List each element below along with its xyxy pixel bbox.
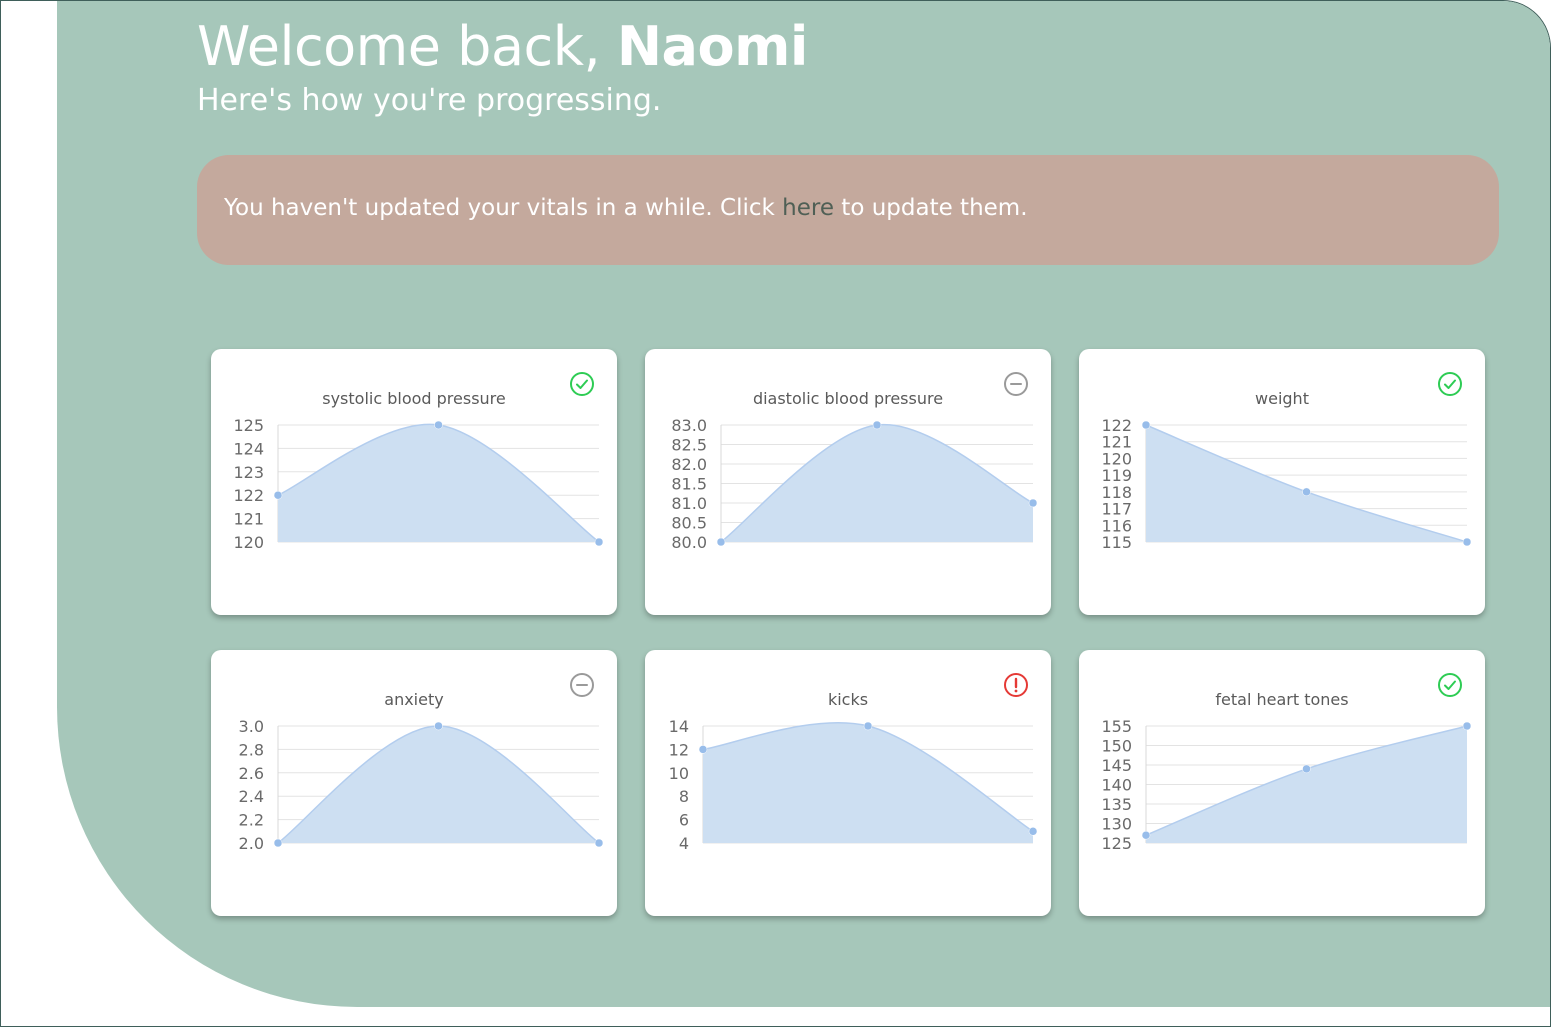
data-point	[1141, 420, 1151, 430]
series-area	[703, 722, 1033, 843]
exclamation-circle-icon	[1004, 673, 1028, 697]
check-circle-icon	[570, 372, 594, 396]
y-tick-label: 123	[233, 463, 264, 482]
banner-message: You haven't updated your vitals in a whi…	[224, 195, 1028, 221]
data-point	[698, 745, 708, 754]
app-frame: Welcome back, Naomi Here's how you're pr…	[0, 0, 1551, 1027]
series-area	[278, 424, 599, 542]
y-tick-label: 125	[1101, 834, 1132, 853]
data-point	[434, 721, 443, 731]
data-point	[434, 420, 443, 430]
vital-card-diastolic[interactable]: diastolic blood pressure 83.0 82.5 82.0 81.…	[645, 349, 1051, 615]
y-tick-label: 2.8	[239, 740, 264, 759]
y-tick-label: 121	[233, 510, 264, 529]
minus-circle-icon	[570, 673, 594, 697]
y-tick-label: 12	[669, 740, 689, 759]
data-point	[1302, 764, 1311, 774]
vital-card-fetal-heart-tones[interactable]: fetal heart tones 155 150 145 140 135 130 125	[1079, 650, 1485, 916]
data-point	[863, 721, 873, 731]
y-tick-label: 155	[1101, 717, 1132, 736]
diastolic-chart: 83.082.582.081.581.080.580.0	[671, 416, 1038, 552]
welcome-heading: Welcome back, Naomi	[197, 15, 808, 78]
fetal-heart-tones-chart: 155150145140135130125	[1101, 717, 1472, 853]
data-point	[1141, 830, 1151, 840]
y-tick-label: 125	[233, 416, 264, 435]
y-tick-label: 82.0	[671, 455, 707, 474]
data-point	[273, 838, 283, 848]
data-point	[1302, 487, 1311, 497]
y-tick-label: 120	[233, 533, 264, 552]
weight-chart: 122121120119118117116115	[1101, 416, 1472, 552]
y-tick-label: 8	[679, 787, 689, 806]
data-point	[1028, 827, 1038, 836]
y-tick-label: 130	[1101, 815, 1132, 834]
y-tick-label: 124	[233, 439, 264, 458]
y-tick-label: 145	[1101, 756, 1132, 775]
y-tick-label: 81.5	[671, 475, 707, 494]
check-circle-icon	[1438, 372, 1462, 396]
card-title: weight	[1255, 389, 1309, 408]
series-area	[1146, 425, 1467, 542]
card-title: fetal heart tones	[1215, 690, 1349, 709]
banner-text-after: to update them.	[833, 195, 1028, 221]
y-tick-label: 2.4	[239, 787, 264, 806]
y-tick-label: 140	[1101, 776, 1132, 795]
data-point	[594, 838, 604, 848]
user-name: Naomi	[616, 15, 809, 78]
data-point	[273, 490, 283, 500]
y-tick-label: 4	[679, 834, 689, 853]
progress-subtitle: Here's how you're progressing.	[197, 83, 662, 118]
data-point	[872, 420, 882, 430]
y-tick-label: 115	[1101, 533, 1132, 552]
minus-circle-icon	[1004, 372, 1028, 396]
vital-card-systolic[interactable]: systolic blood pressure 125 124 123 122 121 1…	[211, 349, 617, 615]
card-title: anxiety	[384, 690, 444, 709]
systolic-chart: 125 124 123 122 121 120	[233, 416, 604, 552]
data-point	[594, 537, 604, 547]
y-tick-label: 150	[1101, 737, 1132, 756]
vital-card-anxiety[interactable]: anxiety 3.0 2.8 2.6 2.4 2.2 2.0	[211, 650, 617, 916]
y-tick-label: 3.0	[239, 717, 264, 736]
y-tick-label: 2.0	[239, 834, 264, 853]
data-point	[1462, 721, 1472, 731]
vital-card-kicks[interactable]: kicks 14 12 10 8 6 4	[645, 650, 1051, 916]
y-tick-label: 2.2	[239, 811, 264, 830]
update-vitals-link[interactable]: here	[782, 195, 834, 221]
y-tick-label: 80.0	[671, 533, 707, 552]
y-tick-label: 135	[1101, 795, 1132, 814]
banner-text-before: You haven't updated your vitals in a whi…	[224, 195, 783, 221]
y-tick-label: 81.0	[671, 494, 707, 513]
y-tick-label: 122	[233, 486, 264, 505]
anxiety-chart: 3.0 2.8 2.6 2.4 2.2 2.0	[239, 717, 604, 853]
y-tick-label: 83.0	[671, 416, 707, 435]
vitals-reminder-banner: You haven't updated your vitals in a whi…	[197, 155, 1499, 265]
data-point	[1462, 537, 1472, 547]
data-point	[1028, 498, 1038, 508]
y-tick-label: 6	[679, 811, 689, 830]
greeting-text: Welcome back,	[197, 15, 601, 78]
y-tick-label: 80.5	[671, 514, 707, 533]
y-tick-label: 2.6	[239, 764, 264, 783]
card-title: kicks	[827, 690, 869, 709]
check-circle-icon	[1438, 673, 1462, 697]
data-point	[716, 537, 726, 547]
series-area	[278, 726, 599, 843]
y-tick-label: 10	[669, 764, 689, 783]
card-title: diastolic blood pressure	[752, 389, 944, 408]
kicks-chart: 14 12 10 8 6 4	[669, 717, 1038, 853]
y-tick-label: 14	[669, 717, 689, 736]
card-title: systolic blood pressure	[322, 389, 506, 408]
y-tick-label: 82.5	[671, 436, 707, 455]
vital-card-weight[interactable]: weight 122 121 120 119 118 117 116 115	[1079, 349, 1485, 615]
